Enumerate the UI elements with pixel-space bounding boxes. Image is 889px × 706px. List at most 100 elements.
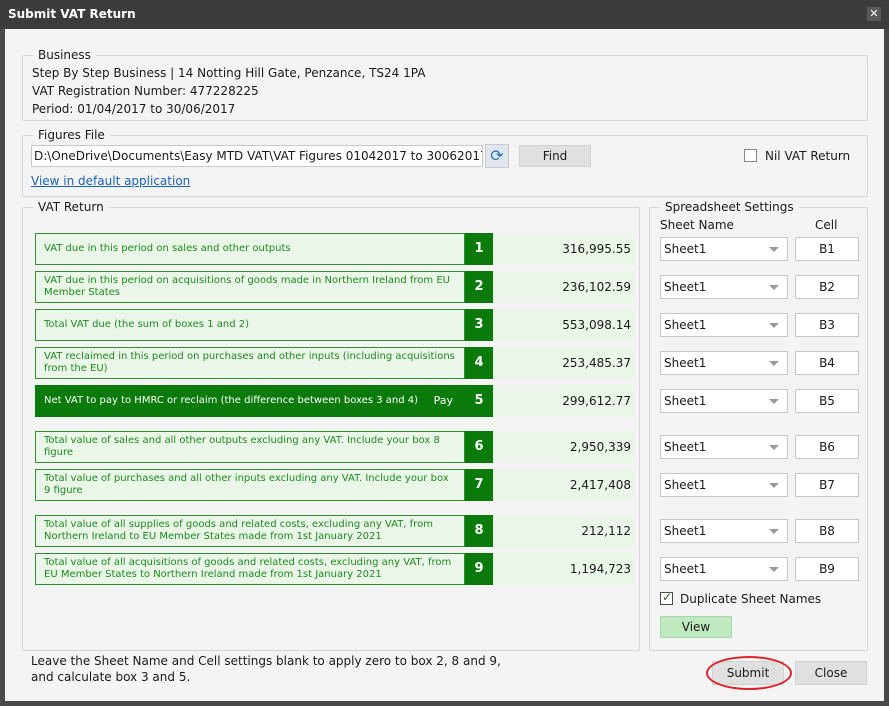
vat-box-description: Total value of all supplies of goods and… [35,515,465,547]
vat-box-number: 7 [465,469,493,501]
sheet-name-dropdown[interactable]: Sheet1 [660,275,788,299]
sheet-name-value: Sheet1 [664,440,707,454]
sheet-name-value: Sheet1 [664,394,707,408]
duplicate-sheet-names-checkbox[interactable] [660,590,673,605]
sheet-name-dropdown[interactable]: Sheet1 [660,557,788,581]
cell-reference-input[interactable]: B9 [795,557,859,581]
window-titlebar: Submit VAT Return ✕ [0,0,889,29]
vat-box-row: VAT due in this period on acquisitions o… [35,271,635,303]
chevron-down-icon [769,567,779,572]
figures-file-group-label: Figures File [33,128,110,142]
vat-box-row: Total value of sales and all other outpu… [35,431,635,463]
sheet-name-dropdown[interactable]: Sheet1 [660,313,788,337]
cell-reference-input[interactable]: B6 [795,435,859,459]
vat-box-value: 2,950,339 [493,431,635,463]
sheet-name-dropdown[interactable]: Sheet1 [660,237,788,261]
vat-box-number: 5 [465,385,493,417]
cell-reference-input[interactable]: B8 [795,519,859,543]
vat-box-row: Net VAT to pay to HMRC or reclaim (the d… [35,385,635,417]
spreadsheet-settings-label: Spreadsheet Settings [660,200,799,214]
chevron-down-icon [769,529,779,534]
vat-box-description: Total value of sales and all other outpu… [35,431,465,463]
vat-box-value: 1,194,723 [493,553,635,585]
cell-reference-input[interactable]: B2 [795,275,859,299]
vat-box-description: VAT reclaimed in this period on purchase… [35,347,465,379]
nil-vat-return-label: Nil VAT Return [765,149,851,163]
vat-box-description: VAT due in this period on sales and othe… [35,233,465,265]
vat-return-group-label: VAT Return [33,200,109,214]
footer-hint-line-2: and calculate box 3 and 5. [31,670,191,684]
vat-box-value: 553,098.14 [493,309,635,341]
vat-box-number: 9 [465,553,493,585]
sheet-name-value: Sheet1 [664,478,707,492]
submit-highlight-ring [706,656,792,690]
vat-box-row: Total value of all supplies of goods and… [35,515,635,547]
cell-header: Cell [815,218,838,232]
chevron-down-icon [769,285,779,290]
duplicate-sheet-names-label: Duplicate Sheet Names [680,592,822,606]
footer-hint-line-1: Leave the Sheet Name and Cell settings b… [31,654,501,668]
nil-vat-return-checkbox[interactable] [744,149,757,162]
chevron-down-icon [769,247,779,252]
chevron-down-icon [769,361,779,366]
vat-box-row: Total value of all acquisitions of goods… [35,553,635,585]
sheet-name-value: Sheet1 [664,562,707,576]
pay-tag: Pay [433,394,453,407]
cell-reference-input[interactable]: B7 [795,473,859,497]
vat-box-value: 253,485.37 [493,347,635,379]
cell-reference-input[interactable]: B5 [795,389,859,413]
vat-box-value: 236,102.59 [493,271,635,303]
vat-box-number: 4 [465,347,493,379]
sheet-name-value: Sheet1 [664,280,707,294]
sheet-name-value: Sheet1 [664,524,707,538]
close-window-icon[interactable]: ✕ [867,7,881,21]
chevron-down-icon [769,399,779,404]
vat-box-value: 2,417,408 [493,469,635,501]
dialog-body: Business Step By Step Business | 14 Nott… [5,29,884,701]
cell-reference-input[interactable]: B4 [795,351,859,375]
vat-box-row: VAT due in this period on sales and othe… [35,233,635,265]
vat-box-number: 2 [465,271,493,303]
sheet-name-value: Sheet1 [664,318,707,332]
vat-box-row: Total value of purchases and all other i… [35,469,635,501]
sheet-name-value: Sheet1 [664,242,707,256]
spreadsheet-settings-group: Spreadsheet Settings [649,200,868,651]
view-button[interactable]: View [660,616,732,638]
business-group: Business Step By Step Business | 14 Nott… [22,48,868,121]
chevron-down-icon [769,483,779,488]
find-button[interactable]: Find [519,145,591,167]
sheet-name-dropdown[interactable]: Sheet1 [660,473,788,497]
business-line: Step By Step Business | 14 Notting Hill … [32,66,426,80]
vat-box-description: VAT due in this period on acquisitions o… [35,271,465,303]
sheet-name-dropdown[interactable]: Sheet1 [660,519,788,543]
vat-box-number: 6 [465,431,493,463]
vat-box-description: Total VAT due (the sum of boxes 1 and 2) [35,309,465,341]
vat-box-row: VAT reclaimed in this period on purchase… [35,347,635,379]
vat-period: Period: 01/04/2017 to 30/06/2017 [32,102,236,116]
vat-box-description: Total value of all acquisitions of goods… [35,553,465,585]
vat-registration-number: VAT Registration Number: 477228225 [32,84,259,98]
vat-box-description: Total value of purchases and all other i… [35,469,465,501]
sheet-name-dropdown[interactable]: Sheet1 [660,435,788,459]
cell-reference-input[interactable]: B1 [795,237,859,261]
sheet-name-dropdown[interactable]: Sheet1 [660,351,788,375]
chevron-down-icon [769,323,779,328]
vat-box-description: Net VAT to pay to HMRC or reclaim (the d… [35,385,465,417]
vat-box-number: 8 [465,515,493,547]
vat-box-value: 299,612.77 [493,385,635,417]
sheet-name-dropdown[interactable]: Sheet1 [660,389,788,413]
view-in-default-application-link[interactable]: View in default application [31,174,190,188]
window-title: Submit VAT Return [8,7,136,21]
close-button[interactable]: Close [795,661,867,685]
cell-reference-input[interactable]: B3 [795,313,859,337]
figures-file-path-input[interactable]: D:\OneDrive\Documents\Easy MTD VAT\VAT F… [31,145,483,167]
vat-box-value: 316,995.55 [493,233,635,265]
vat-box-value: 212,112 [493,515,635,547]
vat-box-number: 3 [465,309,493,341]
vat-box-row: Total VAT due (the sum of boxes 1 and 2)… [35,309,635,341]
sheet-name-value: Sheet1 [664,356,707,370]
refresh-icon[interactable]: ⟳ [485,144,509,168]
vat-box-number: 1 [465,233,493,265]
sheet-name-header: Sheet Name [660,218,734,232]
chevron-down-icon [769,445,779,450]
